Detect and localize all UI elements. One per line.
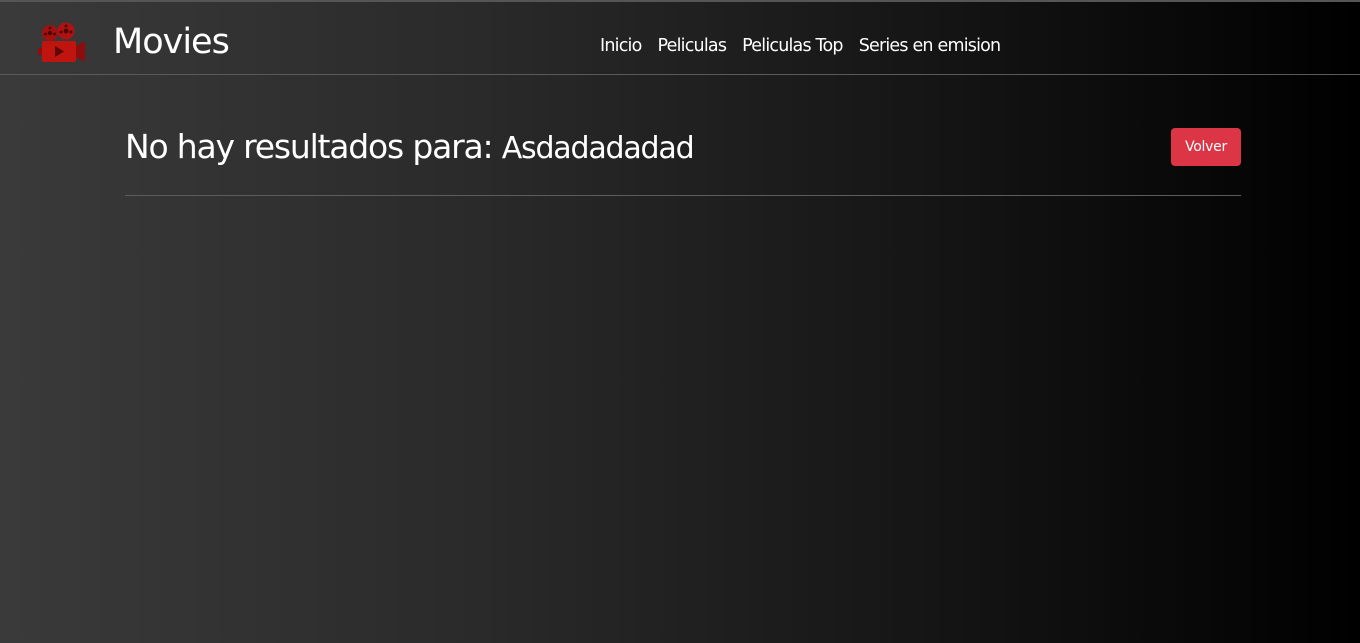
page-title: No hay resultados para: Asdadadadad: [125, 122, 695, 174]
brand-title[interactable]: Movies: [113, 18, 230, 66]
nav-item-peliculas[interactable]: Peliculas: [658, 32, 727, 60]
nav-item-series-en-emision[interactable]: Series en emision: [859, 32, 1001, 60]
nav-item-inicio[interactable]: Inicio: [600, 32, 642, 60]
back-button[interactable]: Volver: [1171, 128, 1241, 166]
no-results-label: No hay resultados para:: [125, 127, 494, 166]
nav-item-peliculas-top[interactable]: Peliculas Top: [742, 32, 843, 60]
results-header: No hay resultados para: Asdadadadad Volv…: [125, 120, 1241, 176]
divider: [125, 195, 1241, 196]
navbar: Movies Inicio Peliculas Peliculas Top Se…: [0, 2, 1360, 75]
main-nav: Inicio Peliculas Peliculas Top Series en…: [600, 32, 1001, 60]
film-projector-icon[interactable]: [38, 22, 86, 64]
search-query: Asdadadadad: [501, 131, 695, 166]
